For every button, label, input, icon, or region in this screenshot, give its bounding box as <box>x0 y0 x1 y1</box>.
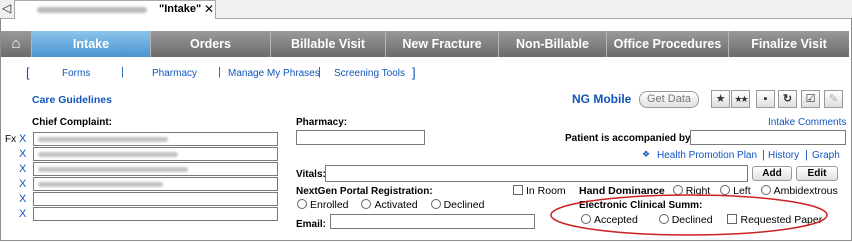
remove-complaint-icon[interactable]: X <box>19 193 26 205</box>
eraser-icon[interactable]: ✎ <box>824 90 843 108</box>
portal-options: Enrolled Activated Declined <box>297 199 484 211</box>
complaint-field[interactable] <box>33 192 278 206</box>
health-separator: | <box>805 149 808 161</box>
sublinks-bracket-close: ] <box>412 65 416 80</box>
remove-complaint-icon[interactable]: X <box>19 208 26 220</box>
get-data-button[interactable]: Get Data <box>639 91 699 108</box>
graph-link[interactable]: Graph <box>812 150 840 161</box>
nav-tab-office-procedures[interactable]: Office Procedures <box>606 31 728 57</box>
email-field[interactable] <box>330 214 535 229</box>
history-link[interactable]: History <box>768 150 799 161</box>
scroll-left-icon[interactable]: ◁ <box>2 1 11 15</box>
document-tab-strip: ◁ "Intake" ✕ <box>0 0 852 19</box>
remove-complaint-icon[interactable]: X <box>19 133 26 145</box>
pharmacy-label: Pharmacy: <box>296 117 348 128</box>
nav-tab-non-billable[interactable]: Non-Billable <box>498 31 606 57</box>
redacted-complaint <box>38 167 188 172</box>
redacted-complaint <box>38 137 168 142</box>
enrolled-radio[interactable] <box>297 199 307 209</box>
fx-label: Fx <box>5 134 17 145</box>
close-icon[interactable]: ✕ <box>204 2 214 16</box>
ng-mobile-label: NG Mobile <box>572 92 632 106</box>
declined-radio[interactable] <box>430 199 441 209</box>
sublinks-separator: | <box>318 66 321 78</box>
accompanied-by-label: Patient is accompanied by: <box>565 133 694 144</box>
declined-label: Declined <box>443 199 485 211</box>
chief-complaint-label: Chief Complaint: <box>32 117 112 128</box>
email-label: Email: <box>296 219 327 230</box>
care-guidelines-link[interactable]: Care Guidelines <box>32 94 112 106</box>
sublinks-bracket-open: [ <box>26 65 30 80</box>
redacted-patient-info <box>37 7 147 13</box>
accompanied-by-field[interactable] <box>690 130 846 145</box>
sublink-screening-tools[interactable]: Screening Tools <box>334 68 405 79</box>
vitals-field[interactable] <box>325 165 748 182</box>
star-icon[interactable]: ★ <box>711 90 730 108</box>
save-icon[interactable]: ▪ <box>756 90 775 108</box>
document-tab[interactable]: "Intake" ✕ <box>14 0 216 19</box>
enrolled-label: Enrolled <box>310 199 349 211</box>
double-star-icon[interactable]: ★★ <box>731 90 750 108</box>
complaint-field[interactable] <box>33 207 278 221</box>
edit-button[interactable]: Edit <box>796 166 838 181</box>
health-separator: | <box>762 149 765 161</box>
sublink-pharmacy[interactable]: Pharmacy <box>152 68 197 79</box>
refresh-icon[interactable]: ↻ <box>778 90 797 108</box>
portal-registration-label: NextGen Portal Registration: <box>296 186 433 197</box>
annotation-ellipse <box>550 194 828 236</box>
redacted-complaint <box>38 152 178 157</box>
sublink-manage-my-phrases[interactable]: Manage My Phrases <box>228 68 320 79</box>
nav-tab-billable-visit[interactable]: Billable Visit <box>270 31 385 57</box>
health-plan-icon: ❖ <box>642 149 651 159</box>
redacted-complaint <box>38 182 163 187</box>
nav-tab-finalize-visit[interactable]: Finalize Visit <box>728 31 849 57</box>
remove-complaint-icon[interactable]: X <box>19 163 26 175</box>
nav-tab-orders[interactable]: Orders <box>150 31 270 57</box>
intake-comments-link[interactable]: Intake Comments <box>768 117 846 128</box>
remove-complaint-icon[interactable]: X <box>19 148 26 160</box>
add-button[interactable]: Add <box>752 166 792 181</box>
pharmacy-field[interactable] <box>296 130 425 145</box>
activated-label: Activated <box>374 199 418 211</box>
home-icon[interactable]: ⌂ <box>1 31 31 57</box>
document-tab-title: "Intake" <box>159 3 202 15</box>
health-promotion-plan-link[interactable]: Health Promotion Plan <box>657 150 757 161</box>
vitals-label: Vitals: <box>296 169 326 180</box>
sublinks-separator: | <box>121 66 124 78</box>
remove-complaint-icon[interactable]: X <box>19 178 26 190</box>
in-room-checkbox[interactable] <box>513 185 523 195</box>
checklist-icon[interactable]: ☑ <box>801 90 820 108</box>
nav-tab-intake[interactable]: Intake <box>31 31 150 57</box>
sublink-forms[interactable]: Forms <box>62 68 90 79</box>
nav-tab-new-fracture[interactable]: New Fracture <box>385 31 498 57</box>
activated-radio[interactable] <box>361 199 372 209</box>
sublinks-separator: | <box>218 66 221 78</box>
main-nav-bar: ⌂ Intake Orders Billable Visit New Fract… <box>1 31 849 57</box>
